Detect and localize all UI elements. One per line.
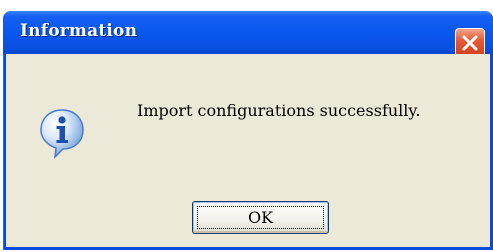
information-dialog: Information Import configurations succes… (3, 11, 493, 250)
dialog-body: Import configurations successfully. OK (6, 54, 490, 247)
title-bar[interactable]: Information (3, 11, 493, 58)
ok-button[interactable]: OK (192, 201, 329, 234)
ok-button-label: OK (247, 208, 274, 227)
close-icon (462, 35, 478, 51)
message-text: Import configurations successfully. (137, 101, 421, 120)
dialog-title: Information (20, 21, 138, 41)
information-icon (40, 109, 84, 159)
